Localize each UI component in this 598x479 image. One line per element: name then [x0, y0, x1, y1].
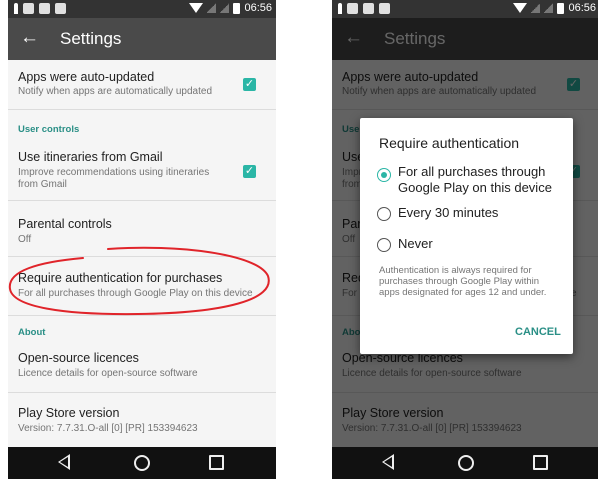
nav-home-icon[interactable] [458, 455, 474, 471]
page-title: Settings [60, 29, 122, 48]
radio-selected-icon[interactable] [377, 168, 391, 182]
setting-title: Open-source licences [18, 351, 139, 365]
notification-icon [338, 3, 342, 14]
setting-subtitle: Improve recommendations using itinerarie… [18, 167, 210, 178]
battery-icon [557, 2, 565, 14]
setting-parental-controls[interactable]: Parental controls Off [8, 201, 276, 257]
nav-home-icon[interactable] [134, 455, 150, 471]
notification-icon [363, 3, 374, 14]
setting-subtitle: from Gmail [18, 179, 67, 190]
radio-unselected-icon[interactable] [377, 207, 391, 221]
setting-subtitle: Version: 7.7.31.O-all [0] [PR] 153394623 [18, 423, 198, 434]
setting-subtitle: Notify when apps are automatically updat… [18, 86, 213, 97]
battery-icon [233, 2, 241, 14]
setting-title: Require authentication for purchases [18, 271, 223, 285]
setting-subtitle: Off [18, 234, 32, 245]
settings-list: Apps were auto-updated Notify when apps … [8, 60, 276, 447]
setting-title: Use itineraries from Gmail [18, 150, 163, 164]
gallery-icon [55, 3, 66, 14]
setting-title: Parental controls [18, 217, 112, 231]
notification-icon [14, 3, 18, 14]
option-every-30-minutes[interactable]: Every 30 minutes [377, 205, 567, 225]
option-never[interactable]: Never [377, 236, 567, 256]
section-header-about: About [18, 327, 46, 338]
setting-title: Play Store version [18, 406, 120, 420]
phone-screen-settings: 06:56 ← Settings Apps were auto-updated … [8, 0, 276, 479]
signal-icon [531, 3, 541, 13]
option-label: For all purchases through [398, 164, 546, 179]
option-label: Google Play on this device [398, 180, 552, 195]
status-bar: 06:56 [332, 0, 598, 18]
navigation-bar [8, 447, 276, 479]
status-time: 06:56 [244, 2, 272, 14]
toolbar: ← Settings [8, 18, 276, 60]
status-time: 06:56 [568, 2, 596, 14]
gallery-icon [379, 3, 390, 14]
dialog-note: Authentication is always required for pu… [379, 265, 547, 298]
phone-screen-dialog: 06:56 ← Settings Apps were auto-updated … [332, 0, 598, 479]
section-header-user-controls: User controls [18, 124, 80, 135]
nav-back-icon[interactable] [382, 454, 394, 470]
require-authentication-dialog: Require authentication For all purchases… [360, 118, 573, 354]
checkbox-checked-icon[interactable]: ✓ [243, 78, 256, 91]
signal-icon [207, 3, 217, 13]
setting-require-authentication[interactable]: Require authentication for purchases For… [8, 257, 276, 316]
nav-recents-icon[interactable] [209, 455, 224, 470]
option-label: Never [398, 236, 433, 251]
signal-icon [544, 3, 554, 13]
navigation-bar [332, 447, 598, 479]
status-bar: 06:56 [8, 0, 276, 18]
notification-icon [23, 3, 34, 14]
wifi-icon [513, 3, 528, 13]
option-label: Every 30 minutes [398, 205, 499, 220]
setting-title: Apps were auto-updated [18, 70, 155, 84]
checkbox-checked-icon[interactable]: ✓ [243, 165, 256, 178]
setting-subtitle: For all purchases through Google Play on… [18, 288, 253, 299]
nav-back-icon[interactable] [58, 454, 70, 470]
setting-subtitle: Licence details for open-source software [18, 368, 198, 379]
radio-unselected-icon[interactable] [377, 238, 391, 252]
back-arrow-icon[interactable]: ← [20, 27, 39, 49]
signal-icon [220, 3, 230, 13]
cancel-button[interactable]: CANCEL [515, 326, 561, 338]
wifi-icon [189, 3, 204, 13]
dialog-title: Require authentication [379, 135, 520, 151]
nav-recents-icon[interactable] [533, 455, 548, 470]
notification-icon [39, 3, 50, 14]
setting-auto-updated[interactable]: Apps were auto-updated Notify when apps … [8, 60, 276, 110]
setting-itineraries[interactable]: Use itineraries from Gmail Improve recom… [8, 140, 276, 201]
setting-play-store-version[interactable]: Play Store version Version: 7.7.31.O-all… [8, 393, 276, 447]
notification-icon [347, 3, 358, 14]
option-all-purchases[interactable]: For all purchases through Google Play on… [377, 164, 567, 198]
setting-open-source-licences[interactable]: Open-source licences Licence details for… [8, 342, 276, 393]
